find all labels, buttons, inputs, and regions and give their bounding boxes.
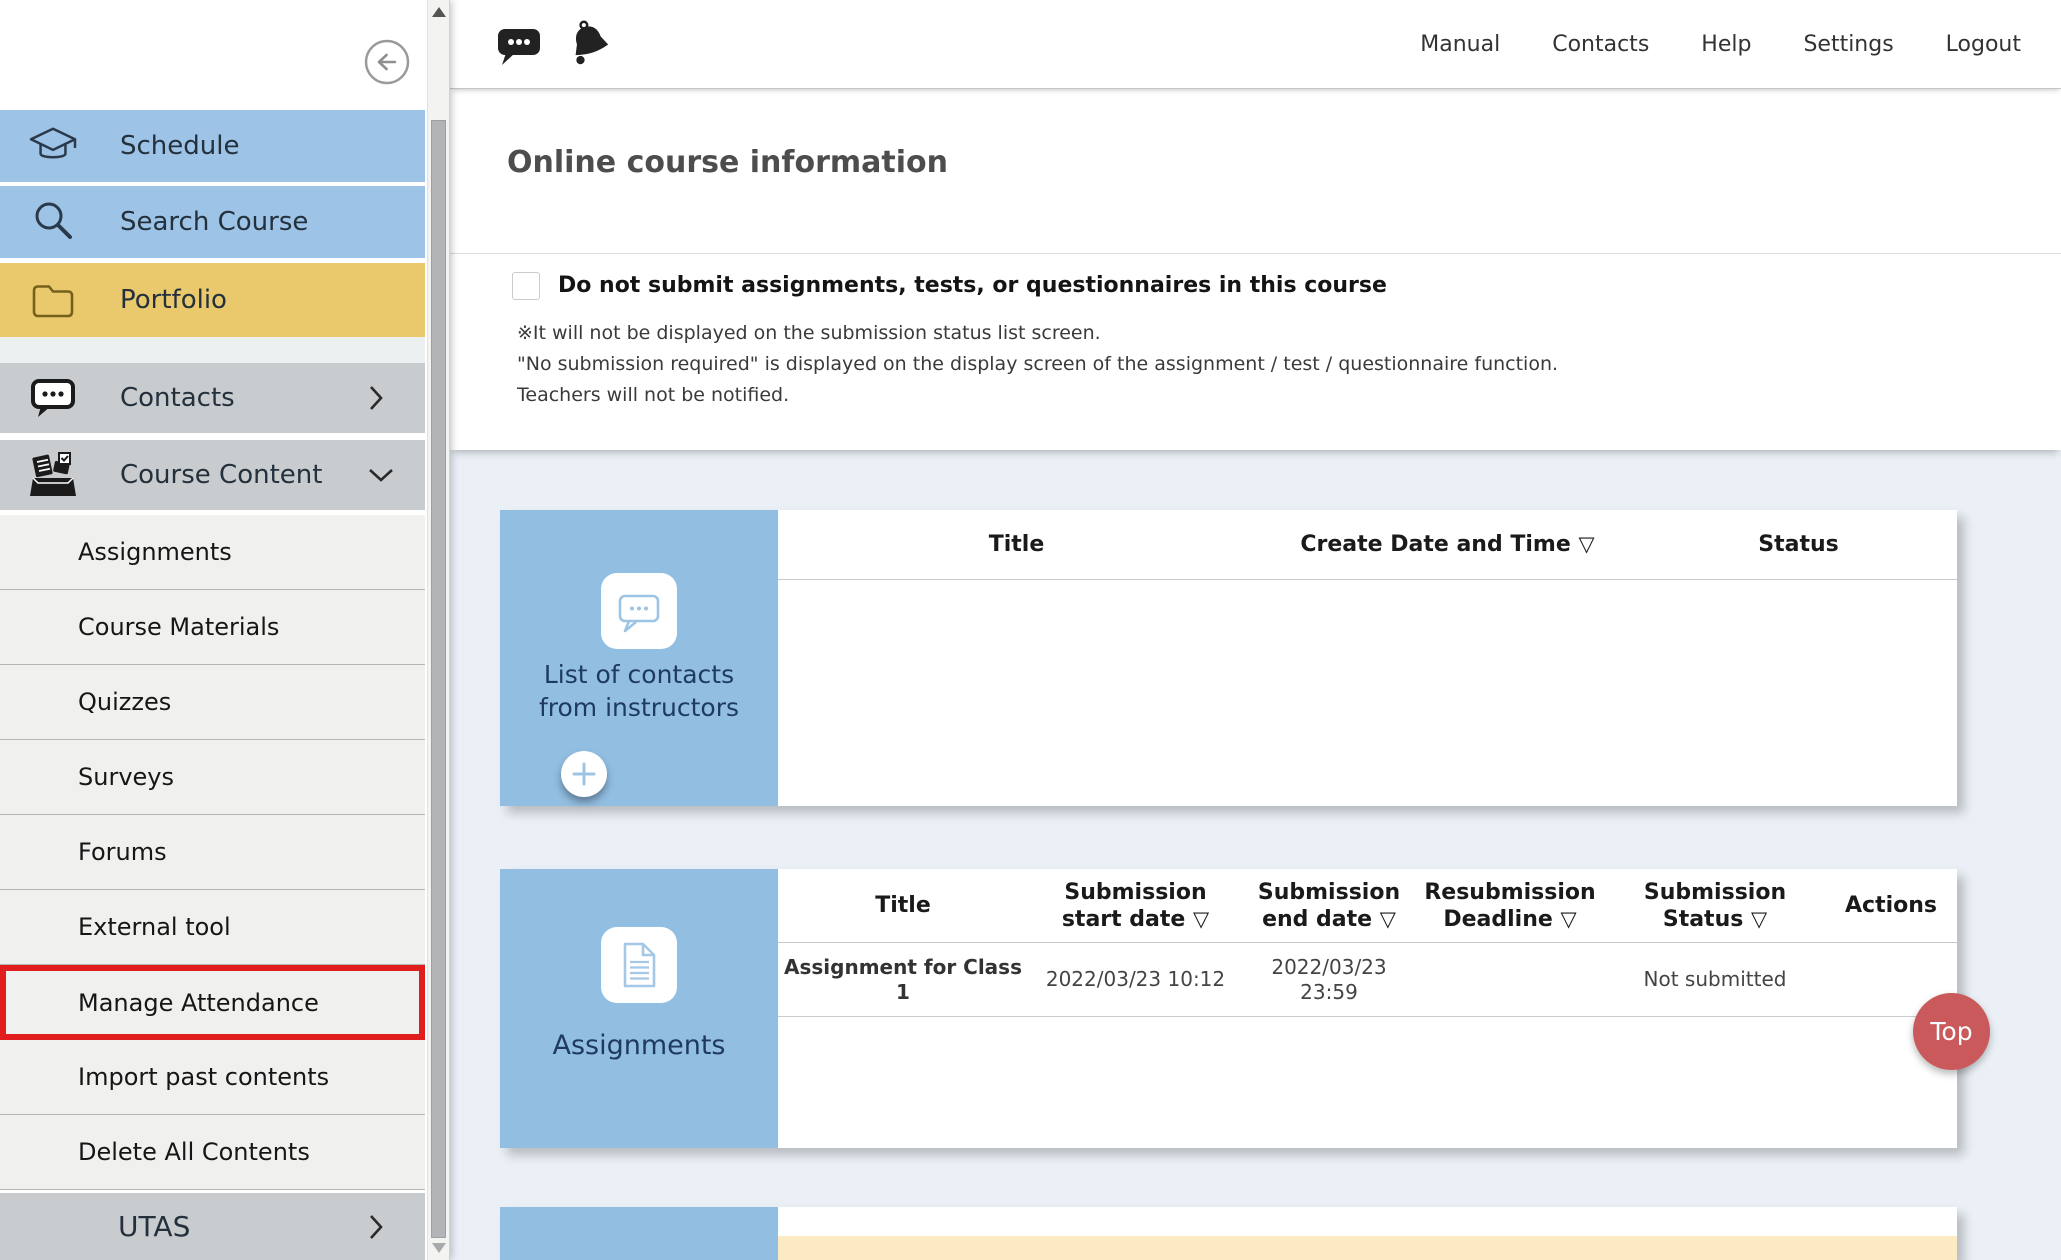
column-header-resubmission-deadline[interactable]: Resubmission Deadline ▽: [1415, 869, 1605, 942]
messages-icon[interactable]: [496, 26, 542, 66]
sort-triangle-icon: ▽: [1578, 532, 1594, 556]
column-header-title: Title: [778, 869, 1028, 942]
nav-link-help[interactable]: Help: [1701, 32, 1751, 57]
note-line: ※It will not be displayed on the submiss…: [517, 318, 1558, 349]
sidebar-item-schedule[interactable]: Schedule: [0, 110, 425, 182]
checkbox-notes: ※It will not be displayed on the submiss…: [517, 318, 1558, 411]
nav-link-contacts[interactable]: Contacts: [1552, 32, 1649, 57]
sidebar-subitem-external-tool[interactable]: External tool: [0, 890, 425, 965]
sidebar: Schedule Search Course Portfolio Contact…: [0, 0, 450, 1260]
scroll-up-arrow-icon[interactable]: [432, 7, 446, 17]
course-content-submenu: Assignments Course Materials Quizzes Sur…: [0, 515, 425, 1190]
note-line: Teachers will not be notified.: [517, 380, 1558, 411]
topbar-nav: Manual Contacts Help Settings Logout: [1420, 0, 2021, 88]
sidebar-item-portfolio[interactable]: Portfolio: [0, 263, 425, 337]
submission-start-cell: 2022/03/23 10:12: [1028, 943, 1243, 1016]
panel-label: List of contacts from instructors: [500, 658, 778, 724]
column-header-submission-start[interactable]: Submission start date ▽: [1028, 869, 1243, 942]
bell-icon[interactable]: [562, 18, 616, 70]
next-section-spacer: [778, 1207, 1957, 1236]
sidebar-item-label: Contacts: [120, 383, 235, 413]
chat-bubble-outline-icon: [601, 573, 677, 649]
sidebar-scrollbar[interactable]: [427, 0, 449, 1260]
sidebar-item-label: UTAS: [118, 1210, 190, 1243]
next-section-panel[interactable]: [500, 1207, 778, 1260]
sidebar-header: [0, 0, 425, 110]
sidebar-subitem-course-materials[interactable]: Course Materials: [0, 590, 425, 665]
chat-bubble-icon: [26, 371, 80, 425]
next-section-card: [500, 1207, 1957, 1260]
scrollbar-thumb[interactable]: [431, 120, 446, 1238]
column-header-actions: Actions: [1825, 869, 1957, 942]
sidebar-item-search-course[interactable]: Search Course: [0, 186, 425, 258]
submission-status-cell: Not submitted: [1605, 943, 1825, 1016]
no-submit-checkbox-label: Do not submit assignments, tests, or que…: [558, 273, 1387, 298]
nav-link-logout[interactable]: Logout: [1946, 32, 2021, 57]
contacts-from-instructors-card: List of contacts from instructors Title …: [500, 510, 1957, 806]
column-header-status: Status: [1640, 510, 1957, 579]
sidebar-subitem-forums[interactable]: Forums: [0, 815, 425, 890]
sort-triangle-icon: ▽: [1380, 907, 1396, 931]
table-header-row: Title Create Date and Time ▽ Status: [778, 510, 1957, 580]
sidebar-item-contacts[interactable]: Contacts: [0, 363, 425, 433]
sidebar-item-course-content[interactable]: Course Content: [0, 440, 425, 510]
column-header-title: Title: [778, 510, 1255, 579]
page-header-area: Manual Contacts Help Settings Logout Onl…: [450, 0, 2061, 450]
sidebar-collapse-button[interactable]: [364, 39, 410, 85]
sort-triangle-icon: ▽: [1193, 907, 1209, 931]
panel-label: Assignments: [500, 1029, 778, 1062]
sidebar-subitem-manage-attendance[interactable]: Manage Attendance: [0, 965, 425, 1040]
arrow-left-circle-icon: [364, 39, 410, 85]
folder-icon: [26, 273, 80, 327]
assignments-table: Title Submission start date ▽ Submission…: [778, 869, 1957, 1148]
sidebar-subitem-surveys[interactable]: Surveys: [0, 740, 425, 815]
plus-icon: [561, 751, 607, 797]
page-title-section: Online course information: [450, 89, 2061, 254]
page-title: Online course information: [507, 145, 948, 180]
sidebar-divider: [0, 337, 425, 363]
sidebar-subitem-import-past-contents[interactable]: Import past contents: [0, 1040, 425, 1115]
sidebar-item-utas[interactable]: UTAS: [0, 1193, 425, 1260]
column-header-create-date[interactable]: Create Date and Time ▽: [1255, 510, 1640, 579]
content-box-icon: [26, 448, 80, 502]
assignments-panel[interactable]: Assignments: [500, 869, 778, 1148]
topbar: Manual Contacts Help Settings Logout: [450, 0, 2061, 89]
nav-link-manual[interactable]: Manual: [1420, 32, 1500, 57]
sidebar-subitem-quizzes[interactable]: Quizzes: [0, 665, 425, 740]
resubmission-deadline-cell: [1415, 943, 1605, 1016]
sidebar-item-label: Course Content: [120, 460, 322, 490]
sidebar-item-label: Portfolio: [120, 285, 227, 315]
chevron-down-icon: [368, 467, 394, 483]
table-header-row: Title Submission start date ▽ Submission…: [778, 869, 1957, 943]
contacts-table: Title Create Date and Time ▽ Status: [778, 510, 1957, 806]
scroll-to-top-button[interactable]: Top: [1913, 993, 1990, 1070]
sort-triangle-icon: ▽: [1751, 907, 1767, 931]
column-header-submission-status[interactable]: Submission Status ▽: [1605, 869, 1825, 942]
table-row: Assignment for Class 1 2022/03/23 10:12 …: [778, 943, 1957, 1017]
add-contact-button[interactable]: [561, 751, 607, 797]
note-line: "No submission required" is displayed on…: [517, 349, 1558, 380]
document-icon: [601, 927, 677, 1003]
magnifier-icon: [26, 195, 80, 249]
assignment-title-cell[interactable]: Assignment for Class 1: [778, 943, 1028, 1016]
submission-end-cell: 2022/03/23 23:59: [1243, 943, 1415, 1016]
scroll-down-arrow-icon[interactable]: [432, 1243, 446, 1253]
column-header-submission-end[interactable]: Submission end date ▽: [1243, 869, 1415, 942]
no-submit-checkbox[interactable]: [512, 272, 540, 300]
main-content: Manual Contacts Help Settings Logout Onl…: [450, 0, 2061, 1260]
graduation-cap-icon: [26, 119, 80, 173]
chevron-right-icon: [368, 1214, 384, 1240]
next-section-table: [778, 1207, 1957, 1260]
chevron-right-icon: [368, 385, 384, 411]
sidebar-subitem-assignments[interactable]: Assignments: [0, 515, 425, 590]
sidebar-item-label: Schedule: [120, 131, 239, 161]
sidebar-subitem-delete-all-contents[interactable]: Delete All Contents: [0, 1115, 425, 1190]
sidebar-item-label: Search Course: [120, 207, 308, 237]
contacts-panel[interactable]: List of contacts from instructors: [500, 510, 778, 806]
course-settings-section: Do not submit assignments, tests, or que…: [450, 254, 2061, 450]
assignments-card: Assignments Title Submission start date …: [500, 869, 1957, 1148]
nav-link-settings[interactable]: Settings: [1803, 32, 1893, 57]
sort-triangle-icon: ▽: [1560, 907, 1576, 931]
next-section-header-band: [778, 1236, 1957, 1260]
